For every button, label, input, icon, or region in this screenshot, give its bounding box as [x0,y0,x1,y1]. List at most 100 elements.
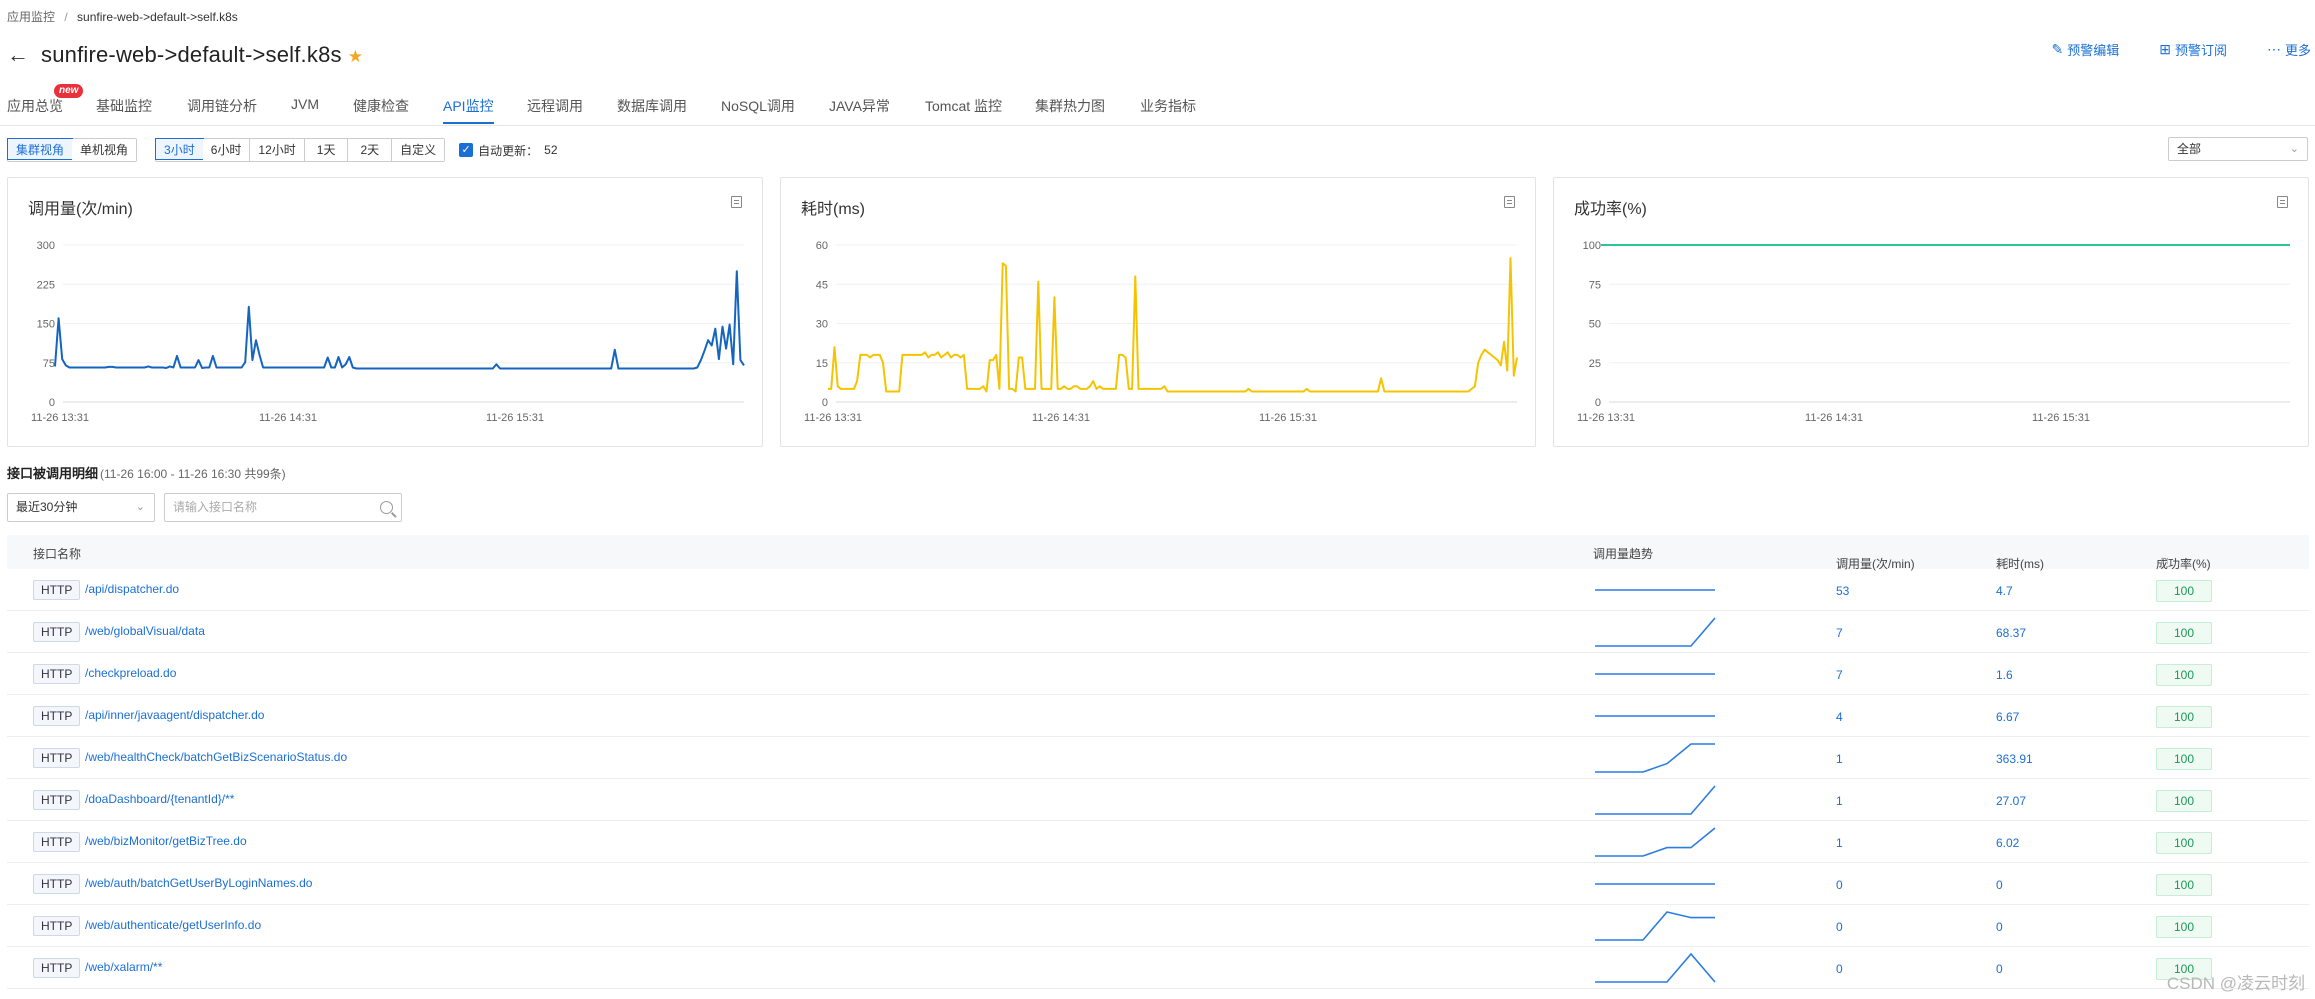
method-tag: HTTP [33,664,81,684]
table-row[interactable]: HTTP/doaDashboard/{tenantId}/** 1 27.07 100 [7,779,2309,821]
latency-value: 6.67 [1996,710,2020,724]
calls-value: 0 [1836,920,1843,934]
chevron-down-icon: ⌄ [2289,143,2299,155]
search-icon[interactable] [380,501,393,514]
chevron-down-icon: ⌄ [135,501,145,513]
table-row[interactable]: HTTP/checkpreload.do 7 1.6 100 [7,653,2309,695]
latency-value: 4.7 [1996,584,2013,598]
tab-nosql-call[interactable]: NoSQL调用 [721,96,795,116]
y-tick-label: 45 [816,279,828,291]
table-row[interactable]: HTTP/web/auth/batchGetUserByLoginNames.d… [7,863,2309,905]
breadcrumb: 应用监控 / sunfire-web->default->self.k8s [7,8,244,25]
calls-value: 0 [1836,878,1843,892]
calls-chart-panel: 调用量(次/min) 300 225 150 75 0 11-26 13:31 11-26 … [7,177,763,447]
x-tick-label: 11-26 13:31 [1577,412,1635,424]
api-name-link[interactable]: /web/authenticate/getUserInfo.do [85,918,261,932]
range-custom-button[interactable]: 自定义 [392,139,445,161]
x-tick-label: 11-26 14:31 [1805,412,1863,424]
trend-sparkline [1595,673,1715,675]
method-tag: HTTP [33,580,81,600]
latency-value: 6.02 [1996,836,2020,850]
latency-value: 1.6 [1996,668,2013,682]
trend-line [1595,911,1715,941]
trend-sparkline [1595,952,1716,983]
api-name-link[interactable]: /web/bizMonitor/getBizTree.do [85,834,247,848]
tab-tomcat-monitor[interactable]: Tomcat 监控 [925,96,1002,116]
table-row[interactable]: HTTP/api/inner/javaagent/dispatcher.do 4 6… [7,695,2309,737]
table-row[interactable]: HTTP/web/bizMonitor/getBizTree.do 1 6.02 10… [7,821,2309,863]
method-tag: HTTP [33,832,81,852]
latency-value: 27.07 [1996,794,2027,808]
table-row[interactable]: HTTP/web/globalVisual/data 7 68.37 100 [7,611,2309,653]
tab-jvm[interactable]: JVM [291,96,319,112]
single-view-button[interactable]: 单机视角 [72,139,137,161]
method-tag: HTTP [33,622,81,642]
detail-title: 接口被调用明细 (11-26 16:00 - 11-26 16:30 共99条) [7,463,286,482]
star-icon[interactable]: ★ [348,47,363,67]
api-name-link[interactable]: /doaDashboard/{tenantId}/** [85,792,234,806]
table-row[interactable]: HTTP/web/healthCheck/batchGetBizScenario… [7,737,2309,779]
auto-refresh[interactable]: ✓ 自动更新： 52 [459,142,558,159]
success-rate-badge: 100 [2156,622,2212,644]
api-name-link[interactable]: /api/dispatcher.do [85,582,179,596]
sort-icon[interactable]: ↓↑ [2159,555,2170,567]
tab-bar: 应用总览 基础监控 调用链分析 JVM 健康检查 API监控 远程调用 数据库调… [0,90,2315,126]
tab-overview[interactable]: 应用总览 [7,96,63,116]
api-name-link[interactable]: /checkpreload.do [85,666,176,680]
detail-subtitle: (11-26 16:00 - 11-26 16:30 共99条) [100,467,286,481]
view-toggle: 集群视角 单机视角 [7,138,138,162]
range-1d-button[interactable]: 1天 [304,139,349,161]
success-rate-badge: 100 [2156,706,2212,728]
recent-range-select[interactable]: 最近30分钟 ⌄ [7,493,155,522]
header-call-trend: 调用量趋势 [1593,547,1654,561]
alert-subscribe-button[interactable]: ⊞ 预警订阅 [2159,40,2227,59]
tab-basic-monitor[interactable]: 基础监控 [96,96,152,116]
y-tick-label: 15 [816,358,828,370]
breadcrumb-parent[interactable]: 应用监控 [7,10,55,24]
table-row[interactable]: HTTP/web/authenticate/getUserInfo.do 0 0 10… [7,905,2309,947]
api-name-link[interactable]: /web/xalarm/** [85,960,162,974]
back-arrow-icon[interactable]: ← [7,44,33,66]
alert-edit-button[interactable]: ✎ 预警编辑 [2051,40,2119,59]
sort-icon[interactable]: ↓↑ [1839,555,1850,567]
tab-business-metrics[interactable]: 业务指标 [1140,96,1196,116]
range-3h-button[interactable]: 3小时 [155,138,204,160]
tab-java-exception[interactable]: JAVA异常 [829,96,890,116]
success-rate-chart-panel: 成功率(%) 100 75 50 25 0 11-26 13:31 11-26 14:31 1… [1553,177,2309,447]
filter-select[interactable]: 全部 ⌄ [2168,137,2308,161]
latency-value: 363.91 [1996,752,2033,766]
method-tag: HTTP [33,916,81,936]
cluster-view-button[interactable]: 集群视角 [7,138,74,160]
series-line [828,257,1518,393]
success-rate-badge: 100 [2156,874,2212,896]
trend-sparkline [1595,883,1715,885]
latency-value: 0 [1996,878,2003,892]
auto-refresh-checkbox[interactable]: ✓ [459,143,474,157]
table-row[interactable]: HTTP/web/xalarm/** 0 0 100 [7,947,2309,989]
range-6h-button[interactable]: 6小时 [202,139,251,161]
auto-refresh-count: 52 [544,143,558,157]
api-search-input[interactable]: 请输入接口名称 [164,493,402,522]
method-tag: HTTP [33,790,81,810]
tab-health-check[interactable]: 健康检查 [353,96,409,116]
table-row[interactable]: HTTP/api/dispatcher.do 53 4.7 100 [7,569,2309,611]
alert-subscribe-label: 预警订阅 [2174,43,2227,58]
y-tick-label: 150 [37,319,55,331]
api-name-link[interactable]: /web/auth/batchGetUserByLoginNames.do [85,876,312,890]
tab-cluster-heatmap[interactable]: 集群热力图 [1035,96,1105,116]
api-name-link[interactable]: /web/globalVisual/data [85,624,205,638]
range-12h-button[interactable]: 12小时 [250,139,305,161]
calls-chart: 300 225 150 75 0 11-26 13:31 11-26 14:31 11-26 … [31,240,745,424]
more-button[interactable]: ⋯ 更多 [2267,40,2311,59]
success-rate-badge: 100 [2156,832,2212,854]
api-name-link[interactable]: /api/inner/javaagent/dispatcher.do [85,708,264,722]
range-2d-button[interactable]: 2天 [348,139,393,161]
tab-trace-analysis[interactable]: 调用链分析 [187,96,257,116]
api-name-link[interactable]: /web/healthCheck/batchGetBizScenarioStat… [85,750,347,764]
tab-api-monitor[interactable]: API监控 [443,96,494,124]
success-rate-badge: 100 [2156,748,2212,770]
tab-database-call[interactable]: 数据库调用 [617,96,687,116]
latency-chart-panel: 耗时(ms) 60 45 30 15 0 11-26 13:31 11-26 14:31 11… [780,177,1536,447]
tab-remote-call[interactable]: 远程调用 [527,96,583,116]
sort-icon[interactable]: ↓↑ [1999,555,2010,567]
